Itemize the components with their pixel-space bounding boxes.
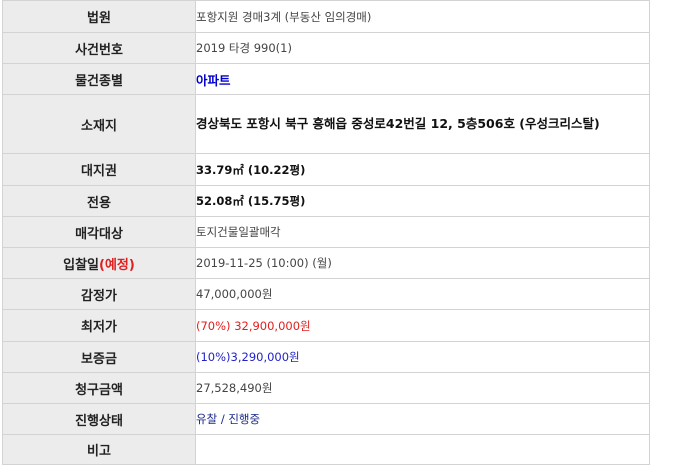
sale-target-label: 매각대상 <box>2 216 196 248</box>
bid-date-row: 입찰일(예정) 2019-11-25 (10:00) (월) <box>2 247 650 279</box>
property-type-value: 아파트 <box>196 72 231 88</box>
remarks-value <box>195 434 650 465</box>
appraisal-value: 47,000,000원 <box>195 278 650 310</box>
minimum-row: 최저가 (70%) 32,900,000원 <box>2 309 650 342</box>
claim-row: 청구금액 27,528,490원 <box>2 372 650 404</box>
auction-info-table: 법원 포항지원 경매3계 (부동산 임의경매) 사건번호 2019 타경 990… <box>2 0 650 465</box>
location-label: 소재지 <box>2 94 196 154</box>
bid-date-label-cell: 입찰일(예정) <box>2 247 196 279</box>
sale-target-value: 토지건물일괄매각 <box>195 216 650 248</box>
land-right-row: 대지권 33.79㎡ (10.22평) <box>2 153 650 186</box>
bid-date-value: 2019-11-25 (10:00) (월) <box>195 247 650 279</box>
exclusive-row: 전용 52.08㎡ (15.75평) <box>2 185 650 217</box>
deposit-label: 보증금 <box>2 341 196 373</box>
claim-label: 청구금액 <box>2 372 196 404</box>
status-label: 진행상태 <box>2 403 196 435</box>
property-type-row: 물건종별 아파트 <box>2 63 650 95</box>
appraisal-label: 감정가 <box>2 278 196 310</box>
exclusive-value: 52.08㎡ (15.75평) <box>196 194 306 208</box>
status-value: 유찰 / 진행중 <box>196 412 261 426</box>
bid-date-label: 입찰일 <box>63 257 100 273</box>
court-value: 포항지원 경매3계 (부동산 임의경매) <box>195 0 650 33</box>
deposit-row: 보증금 (10%)3,290,000원 <box>2 341 650 373</box>
minimum-label: 최저가 <box>2 309 196 342</box>
property-type-label: 물건종별 <box>2 63 196 95</box>
case-no-row: 사건번호 2019 타경 990(1) <box>2 32 650 64</box>
exclusive-label: 전용 <box>2 185 196 217</box>
case-no-value: 2019 타경 990(1) <box>195 32 650 64</box>
minimum-value: (70%) 32,900,000원 <box>196 318 311 333</box>
claim-value: 27,528,490원 <box>195 372 650 404</box>
remarks-row: 비고 <box>2 434 650 465</box>
land-right-value: 33.79㎡ (10.22평) <box>196 162 306 177</box>
deposit-value: (10%)3,290,000원 <box>196 350 300 364</box>
location-value: 경상북도 포항시 북구 흥해읍 중성로42번길 12, 5층506호 (우성크리… <box>196 116 600 131</box>
sale-target-row: 매각대상 토지건물일괄매각 <box>2 216 650 248</box>
appraisal-row: 감정가 47,000,000원 <box>2 278 650 310</box>
location-row: 소재지 경상북도 포항시 북구 흥해읍 중성로42번길 12, 5층506호 (… <box>2 94 650 154</box>
land-right-label: 대지권 <box>2 153 196 186</box>
status-row: 진행상태 유찰 / 진행중 <box>2 403 650 435</box>
court-row: 법원 포항지원 경매3계 (부동산 임의경매) <box>2 0 650 33</box>
court-label: 법원 <box>2 0 196 33</box>
bid-date-label-suffix: (예정) <box>99 257 135 273</box>
remarks-label: 비고 <box>2 434 196 465</box>
case-no-label: 사건번호 <box>2 32 196 64</box>
